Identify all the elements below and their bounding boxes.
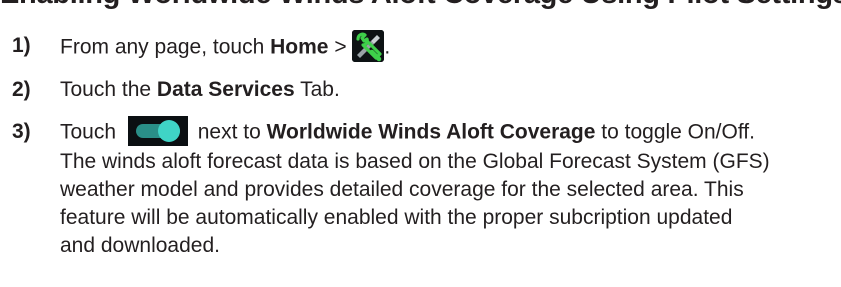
description-line: The winds aloft forecast data is based o… bbox=[60, 150, 770, 173]
step-1: 1) From any page, touch Home > . bbox=[0, 26, 841, 70]
description-line: and downloaded. bbox=[60, 234, 220, 257]
toggle-switch-icon bbox=[127, 116, 188, 146]
step-text: Tab. bbox=[294, 78, 340, 101]
step-text: Touch bbox=[60, 120, 122, 144]
tools-settings-icon bbox=[352, 30, 385, 62]
description-line: feature will be automatically enabled wi… bbox=[60, 206, 733, 229]
step-2: 2) Touch the Data Services Tab. bbox=[0, 70, 841, 110]
step-number: 3) bbox=[12, 120, 31, 143]
worldwide-winds-label: Worldwide Winds Aloft Coverage bbox=[266, 120, 596, 144]
home-label: Home bbox=[270, 35, 329, 59]
step-text: next to bbox=[191, 120, 267, 144]
step-text: > bbox=[328, 35, 353, 59]
step-text: From any page, touch bbox=[60, 35, 271, 59]
step-text: to toggle On/Off. bbox=[595, 120, 755, 144]
description-line: weather model and provides detailed cove… bbox=[60, 178, 744, 201]
section-heading: Enabling Worldwide Winds Aloft Coverage … bbox=[0, 0, 841, 12]
step-text: Touch the bbox=[60, 78, 157, 101]
step-number: 1) bbox=[12, 34, 31, 57]
step-3: 3) Touch next to Worldwide Winds Aloft C… bbox=[0, 110, 841, 270]
step-list: 1) From any page, touch Home > . 2) Touc… bbox=[0, 26, 841, 270]
step-number: 2) bbox=[12, 78, 31, 101]
step-text: . bbox=[384, 35, 391, 59]
data-services-label: Data Services bbox=[156, 78, 295, 101]
toggle-knob bbox=[157, 120, 180, 142]
